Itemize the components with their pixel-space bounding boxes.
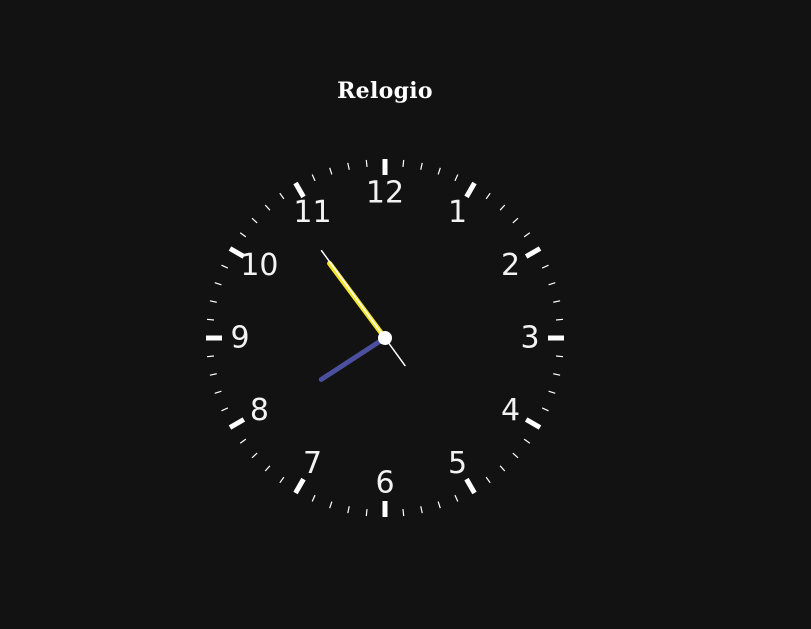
minute-tick (402, 159, 405, 168)
minute-tick (239, 438, 247, 444)
minute-tick (555, 318, 564, 321)
minute-tick (523, 438, 531, 444)
minute-tick (553, 373, 561, 376)
minute-tick (329, 501, 333, 509)
hour-number-9: 9 (230, 321, 249, 356)
hour-tick (464, 181, 477, 199)
minute-tick (251, 452, 258, 459)
minute-tick (209, 300, 217, 303)
hour-number-8: 8 (250, 393, 269, 428)
minute-tick (251, 217, 258, 224)
center-pin (378, 331, 392, 345)
minute-tick (347, 162, 350, 170)
minute-tick (311, 494, 316, 502)
second-hand (320, 249, 406, 367)
minute-tick (214, 390, 222, 394)
minute-tick (209, 373, 217, 376)
minute-tick (279, 192, 285, 200)
minute-tick (264, 465, 271, 472)
minute-tick (206, 318, 215, 321)
minute-tick (264, 204, 271, 211)
minute-tick (541, 264, 549, 269)
minute-tick (454, 174, 459, 182)
hour-tick (228, 417, 246, 430)
minute-tick (485, 192, 491, 200)
minute-tick (214, 282, 222, 286)
minute-tick (420, 506, 423, 514)
minute-tick (512, 452, 519, 459)
hour-number-12: 12 (366, 176, 404, 211)
clock-page: Relogio 12 1 2 3 4 5 6 7 8 9 10 11 (0, 0, 811, 629)
hour-number-6: 6 (375, 466, 394, 501)
minute-tick (454, 494, 459, 502)
minute-tick (365, 508, 368, 517)
minute-tick (437, 501, 441, 509)
hour-number-10: 10 (240, 248, 278, 283)
minute-tick (347, 506, 350, 514)
minute-tick (485, 476, 491, 484)
minute-tick (206, 355, 215, 358)
minute-tick (221, 407, 229, 412)
hour-number-3: 3 (520, 321, 539, 356)
hour-tick (524, 417, 542, 430)
hour-number-2: 2 (501, 248, 520, 283)
hour-number-7: 7 (303, 446, 322, 481)
minute-tick (548, 390, 556, 394)
minute-tick (279, 476, 285, 484)
clock-face: 12 1 2 3 4 5 6 7 8 9 10 11 (206, 159, 564, 517)
minute-tick (512, 217, 519, 224)
minute-tick (548, 282, 556, 286)
minute-tick (541, 407, 549, 412)
hour-hand (318, 335, 388, 382)
page-title: Relogio (337, 78, 433, 104)
hour-tick (293, 477, 306, 495)
hour-tick (464, 477, 477, 495)
minute-tick (365, 159, 368, 168)
minute-tick (221, 264, 229, 269)
hour-tick (524, 246, 542, 259)
minute-tick (311, 174, 316, 182)
minute-tick (499, 465, 506, 472)
minute-tick (329, 167, 333, 175)
minute-tick (402, 508, 405, 517)
hour-number-11: 11 (293, 195, 331, 230)
minute-tick (420, 162, 423, 170)
minute-tick (499, 204, 506, 211)
hour-number-5: 5 (448, 446, 467, 481)
minute-tick (555, 355, 564, 358)
hour-number-4: 4 (501, 393, 520, 428)
minute-tick (437, 167, 441, 175)
minute-tick (523, 232, 531, 238)
hour-number-1: 1 (448, 195, 467, 230)
minute-tick (553, 300, 561, 303)
minute-tick (239, 232, 247, 238)
analog-clock: 12 1 2 3 4 5 6 7 8 9 10 11 (205, 158, 565, 518)
